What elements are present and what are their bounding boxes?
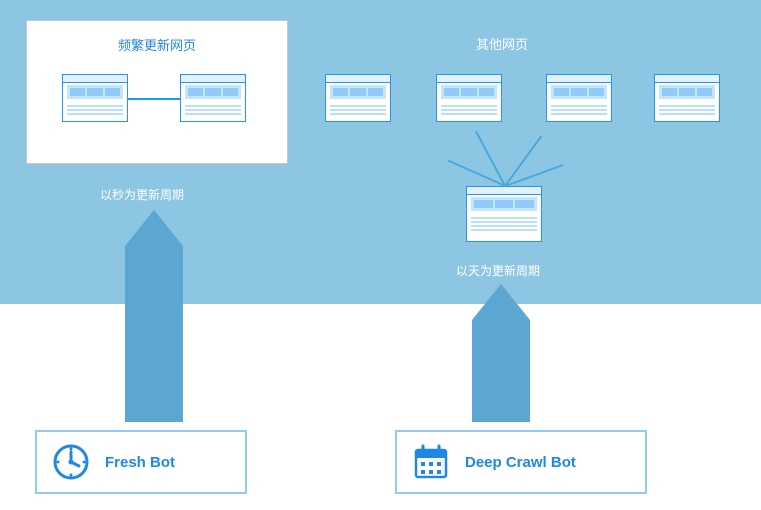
- deep-crawl-bot-card: Deep Crawl Bot: [395, 430, 647, 494]
- arrow-up-icon: [472, 320, 530, 422]
- page-icon: [180, 74, 246, 122]
- frequent-pages-label: 频繁更新网页: [27, 35, 287, 54]
- deep-crawl-bot-label: Deep Crawl Bot: [465, 454, 576, 471]
- clock-icon: [51, 442, 91, 482]
- page-icon: [325, 74, 391, 122]
- page-icon: [62, 74, 128, 122]
- other-pages-label: 其他网页: [476, 34, 528, 53]
- arrow-up-icon: [125, 246, 183, 422]
- hub-page-icon: [466, 186, 542, 242]
- fresh-bot-label: Fresh Bot: [105, 454, 175, 471]
- page-icon: [654, 74, 720, 122]
- fresh-bot-card: Fresh Bot: [35, 430, 247, 494]
- seconds-cycle-label: 以秒为更新周期: [100, 186, 184, 203]
- page-icon: [546, 74, 612, 122]
- connector-line: [128, 98, 180, 100]
- page-icon: [436, 74, 502, 122]
- days-cycle-label: 以天为更新周期: [456, 262, 540, 279]
- calendar-icon: [411, 442, 451, 482]
